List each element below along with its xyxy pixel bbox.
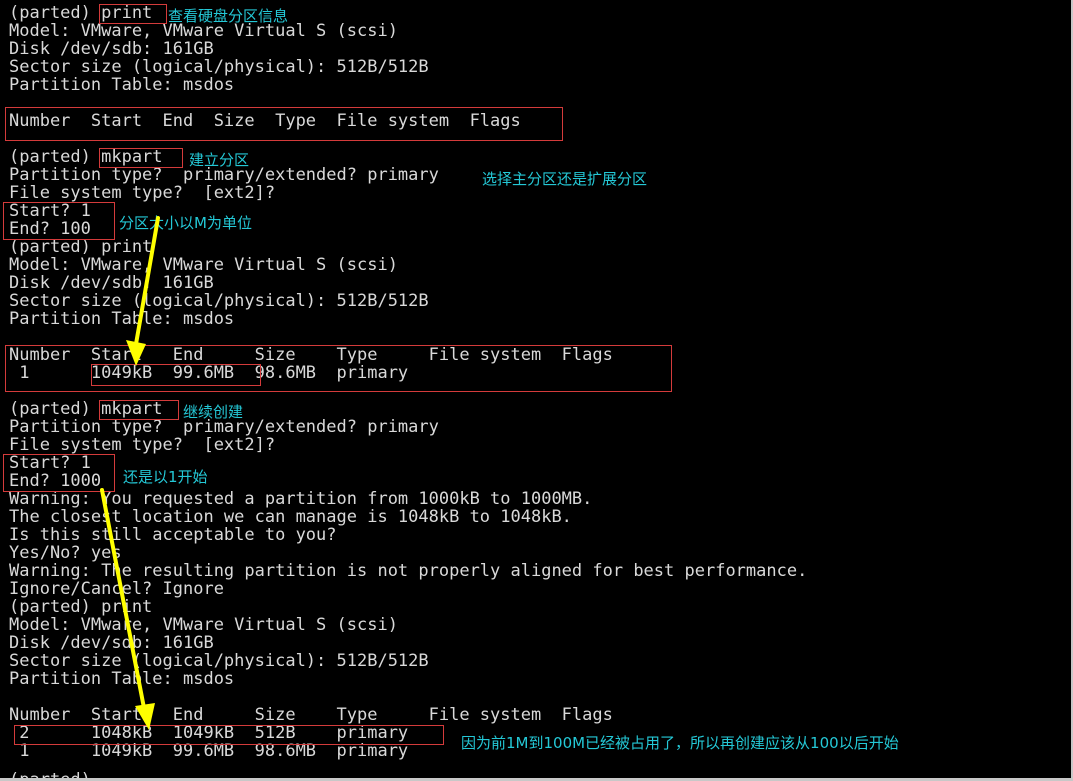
terminal-line: Model: VMware, VMware Virtual S (scsi) — [9, 615, 398, 635]
terminal-line: Sector size (logical/physical): 512B/512… — [9, 651, 429, 671]
terminal-line: Disk /dev/sdb: 161GB — [9, 633, 214, 653]
highlight-empty-table-header — [5, 107, 563, 141]
annotation-note: 建立分区 — [189, 151, 250, 169]
annotation-note: 继续创建 — [183, 403, 244, 421]
terminal-window[interactable]: (parted) print Model: VMware, VMware Vir… — [0, 0, 1073, 781]
highlight-start-end-input-2 — [3, 454, 115, 492]
terminal-line: File system type? [ext2]? — [9, 183, 276, 203]
annotation-note: 还是以1开始 — [123, 468, 208, 486]
terminal-line: Model: VMware, VMware Virtual S (scsi) — [9, 255, 398, 275]
terminal-line: Disk /dev/sdb: 161GB — [9, 39, 214, 59]
terminal-line: (parted) print — [9, 597, 153, 617]
terminal-line: Is this still acceptable to you? — [9, 525, 337, 545]
terminal-line: (parted) print — [9, 237, 153, 257]
highlight-start-end-input — [3, 202, 115, 240]
terminal-line: Ignore/Cancel? Ignore — [9, 579, 224, 599]
terminal-line: File system type? [ext2]? — [9, 435, 276, 455]
terminal-line: Partition Table: msdos — [9, 669, 235, 689]
terminal-line: Warning: You requested a partition from … — [9, 489, 593, 509]
highlight-mkpart-command-2 — [99, 400, 179, 420]
annotation-note: 分区大小以M为单位 — [119, 214, 252, 232]
terminal-line: The closest location we can manage is 10… — [9, 507, 572, 527]
terminal-line: Warning: The resulting partition is not … — [9, 561, 808, 581]
annotation-note: 因为前1M到100M已经被占用了，所以再创建应该从100以后开始 — [461, 734, 899, 752]
terminal-line: Yes/No? yes — [9, 543, 122, 563]
annotation-note: 查看硬盘分区信息 — [168, 7, 289, 25]
highlight-mkpart-command — [99, 148, 183, 168]
terminal-line: Partition Table: msdos — [9, 309, 235, 329]
terminal-line: Number Start End Size Type File system F… — [9, 705, 613, 725]
terminal-line: Sector size (logical/physical): 512B/512… — [9, 291, 429, 311]
terminal-line: Partition Table: msdos — [9, 75, 235, 95]
highlight-print-command — [99, 4, 167, 24]
terminal-line: Disk /dev/sdb: 161GB — [9, 273, 214, 293]
annotation-note: 选择主分区还是扩展分区 — [482, 170, 648, 188]
highlight-new-partition-row — [14, 725, 444, 745]
terminal-line: Sector size (logical/physical): 512B/512… — [9, 57, 429, 77]
highlight-start-end-values — [91, 364, 261, 386]
